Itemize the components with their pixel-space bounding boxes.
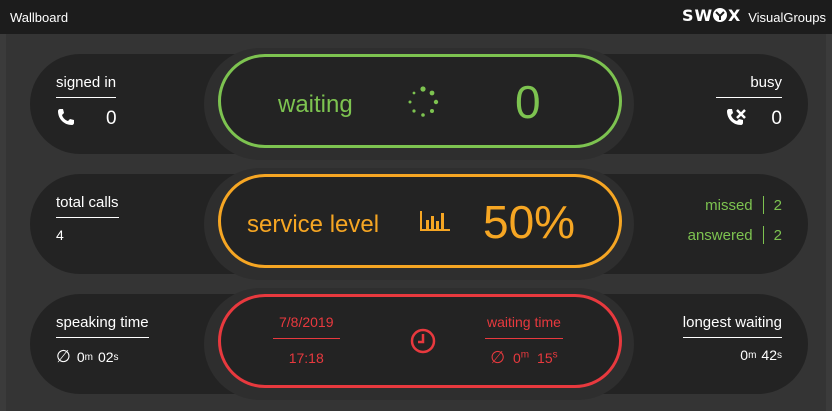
swyx-logo-icon: SW X <box>682 6 740 27</box>
speaking-time-panel: speaking time ∅ 0m 02 s <box>56 314 149 367</box>
missed-divider <box>762 196 764 214</box>
window-title: Wallboard <box>10 9 69 25</box>
service-level-pill: service level 50% <box>218 174 622 268</box>
answered-divider <box>762 226 764 244</box>
title-bar: Wallboard SW X VisualGroups <box>0 0 832 34</box>
waiting-time-seconds: 15 <box>537 350 553 366</box>
answered-value: 2 <box>773 226 782 244</box>
missed-value: 2 <box>773 196 782 214</box>
waiting-value: 0 <box>515 76 541 128</box>
speaking-time-seconds: 02 <box>97 349 114 365</box>
speaking-time-minutes-unit: m <box>84 351 93 363</box>
row-times: speaking time ∅ 0m 02 s 7/8/2019 17:18 wa… <box>30 288 808 400</box>
times-pill: 7/8/2019 17:18 waiting time ∅ 0m 15s <box>218 294 622 388</box>
signed-in-label: signed in <box>56 74 117 98</box>
busy-value: 0 <box>771 108 782 129</box>
answered-line: answered 2 <box>688 226 782 244</box>
average-icon: ∅ <box>490 348 506 367</box>
clock-icon <box>409 327 437 360</box>
bar-chart-icon <box>419 209 451 238</box>
longest-waiting-minutes: 0 <box>740 347 749 363</box>
row-signed-in-waiting-busy: signed in 0 waiting 0 busy 0 <box>30 48 808 160</box>
busy-panel: busy 0 <box>716 74 782 131</box>
busy-label: busy <box>716 74 782 98</box>
service-level-label: service level <box>247 211 380 238</box>
brand-name: VisualGroups <box>748 9 826 25</box>
speaking-time-minutes: 0 <box>76 349 85 365</box>
total-calls-label: total calls <box>56 194 119 218</box>
missed-label: missed <box>705 196 753 214</box>
spinner-icon <box>406 85 440 124</box>
longest-waiting-label: longest waiting <box>682 314 782 338</box>
waiting-time-minutes: 0 <box>513 350 521 366</box>
total-calls-value: 4 <box>56 227 64 243</box>
answered-label: answered <box>687 226 753 244</box>
current-date: 7/8/2019 <box>273 314 340 339</box>
missed-answered-panel: missed 2 answered 2 <box>688 196 782 244</box>
svg-text:X: X <box>728 7 740 23</box>
brand-logo: SW X <box>682 6 740 27</box>
speaking-time-seconds-unit: s <box>113 351 119 363</box>
longest-waiting-minutes-unit: m <box>748 349 757 361</box>
total-calls-panel: total calls 4 <box>56 194 119 243</box>
missed-line: missed 2 <box>688 196 782 214</box>
waiting-time-block: waiting time ∅ 0m 15s <box>485 314 563 368</box>
longest-waiting-seconds-unit: s <box>777 349 782 361</box>
phone-icon <box>56 107 76 131</box>
signed-in-value: 0 <box>106 108 117 129</box>
average-icon: ∅ <box>56 347 71 366</box>
waiting-label: waiting <box>278 91 353 118</box>
waiting-time-minutes-unit: m <box>520 349 530 361</box>
row-calls-service-level: total calls 4 service level 50% missed 2… <box>30 168 808 280</box>
longest-waiting-seconds: 42 <box>761 347 777 363</box>
phone-busy-icon <box>725 107 747 131</box>
waiting-time-seconds-unit: s <box>552 349 558 361</box>
speaking-time-label: speaking time <box>56 314 149 338</box>
waiting-time-value: ∅ 0m 15s <box>485 348 563 368</box>
service-level-value: 50% <box>483 196 576 248</box>
svg-text:SW: SW <box>682 7 713 23</box>
signed-in-panel: signed in 0 <box>56 74 117 131</box>
waiting-pill: waiting 0 <box>218 54 622 148</box>
date-time-block: 7/8/2019 17:18 <box>273 314 340 366</box>
longest-waiting-panel: longest waiting 0m 42 s <box>682 314 782 363</box>
current-time: 17:18 <box>288 350 324 366</box>
waiting-time-label: waiting time <box>485 314 563 339</box>
brand: SW X VisualGroups <box>682 6 826 27</box>
wallboard: signed in 0 waiting 0 busy 0 total calls… <box>6 34 826 411</box>
